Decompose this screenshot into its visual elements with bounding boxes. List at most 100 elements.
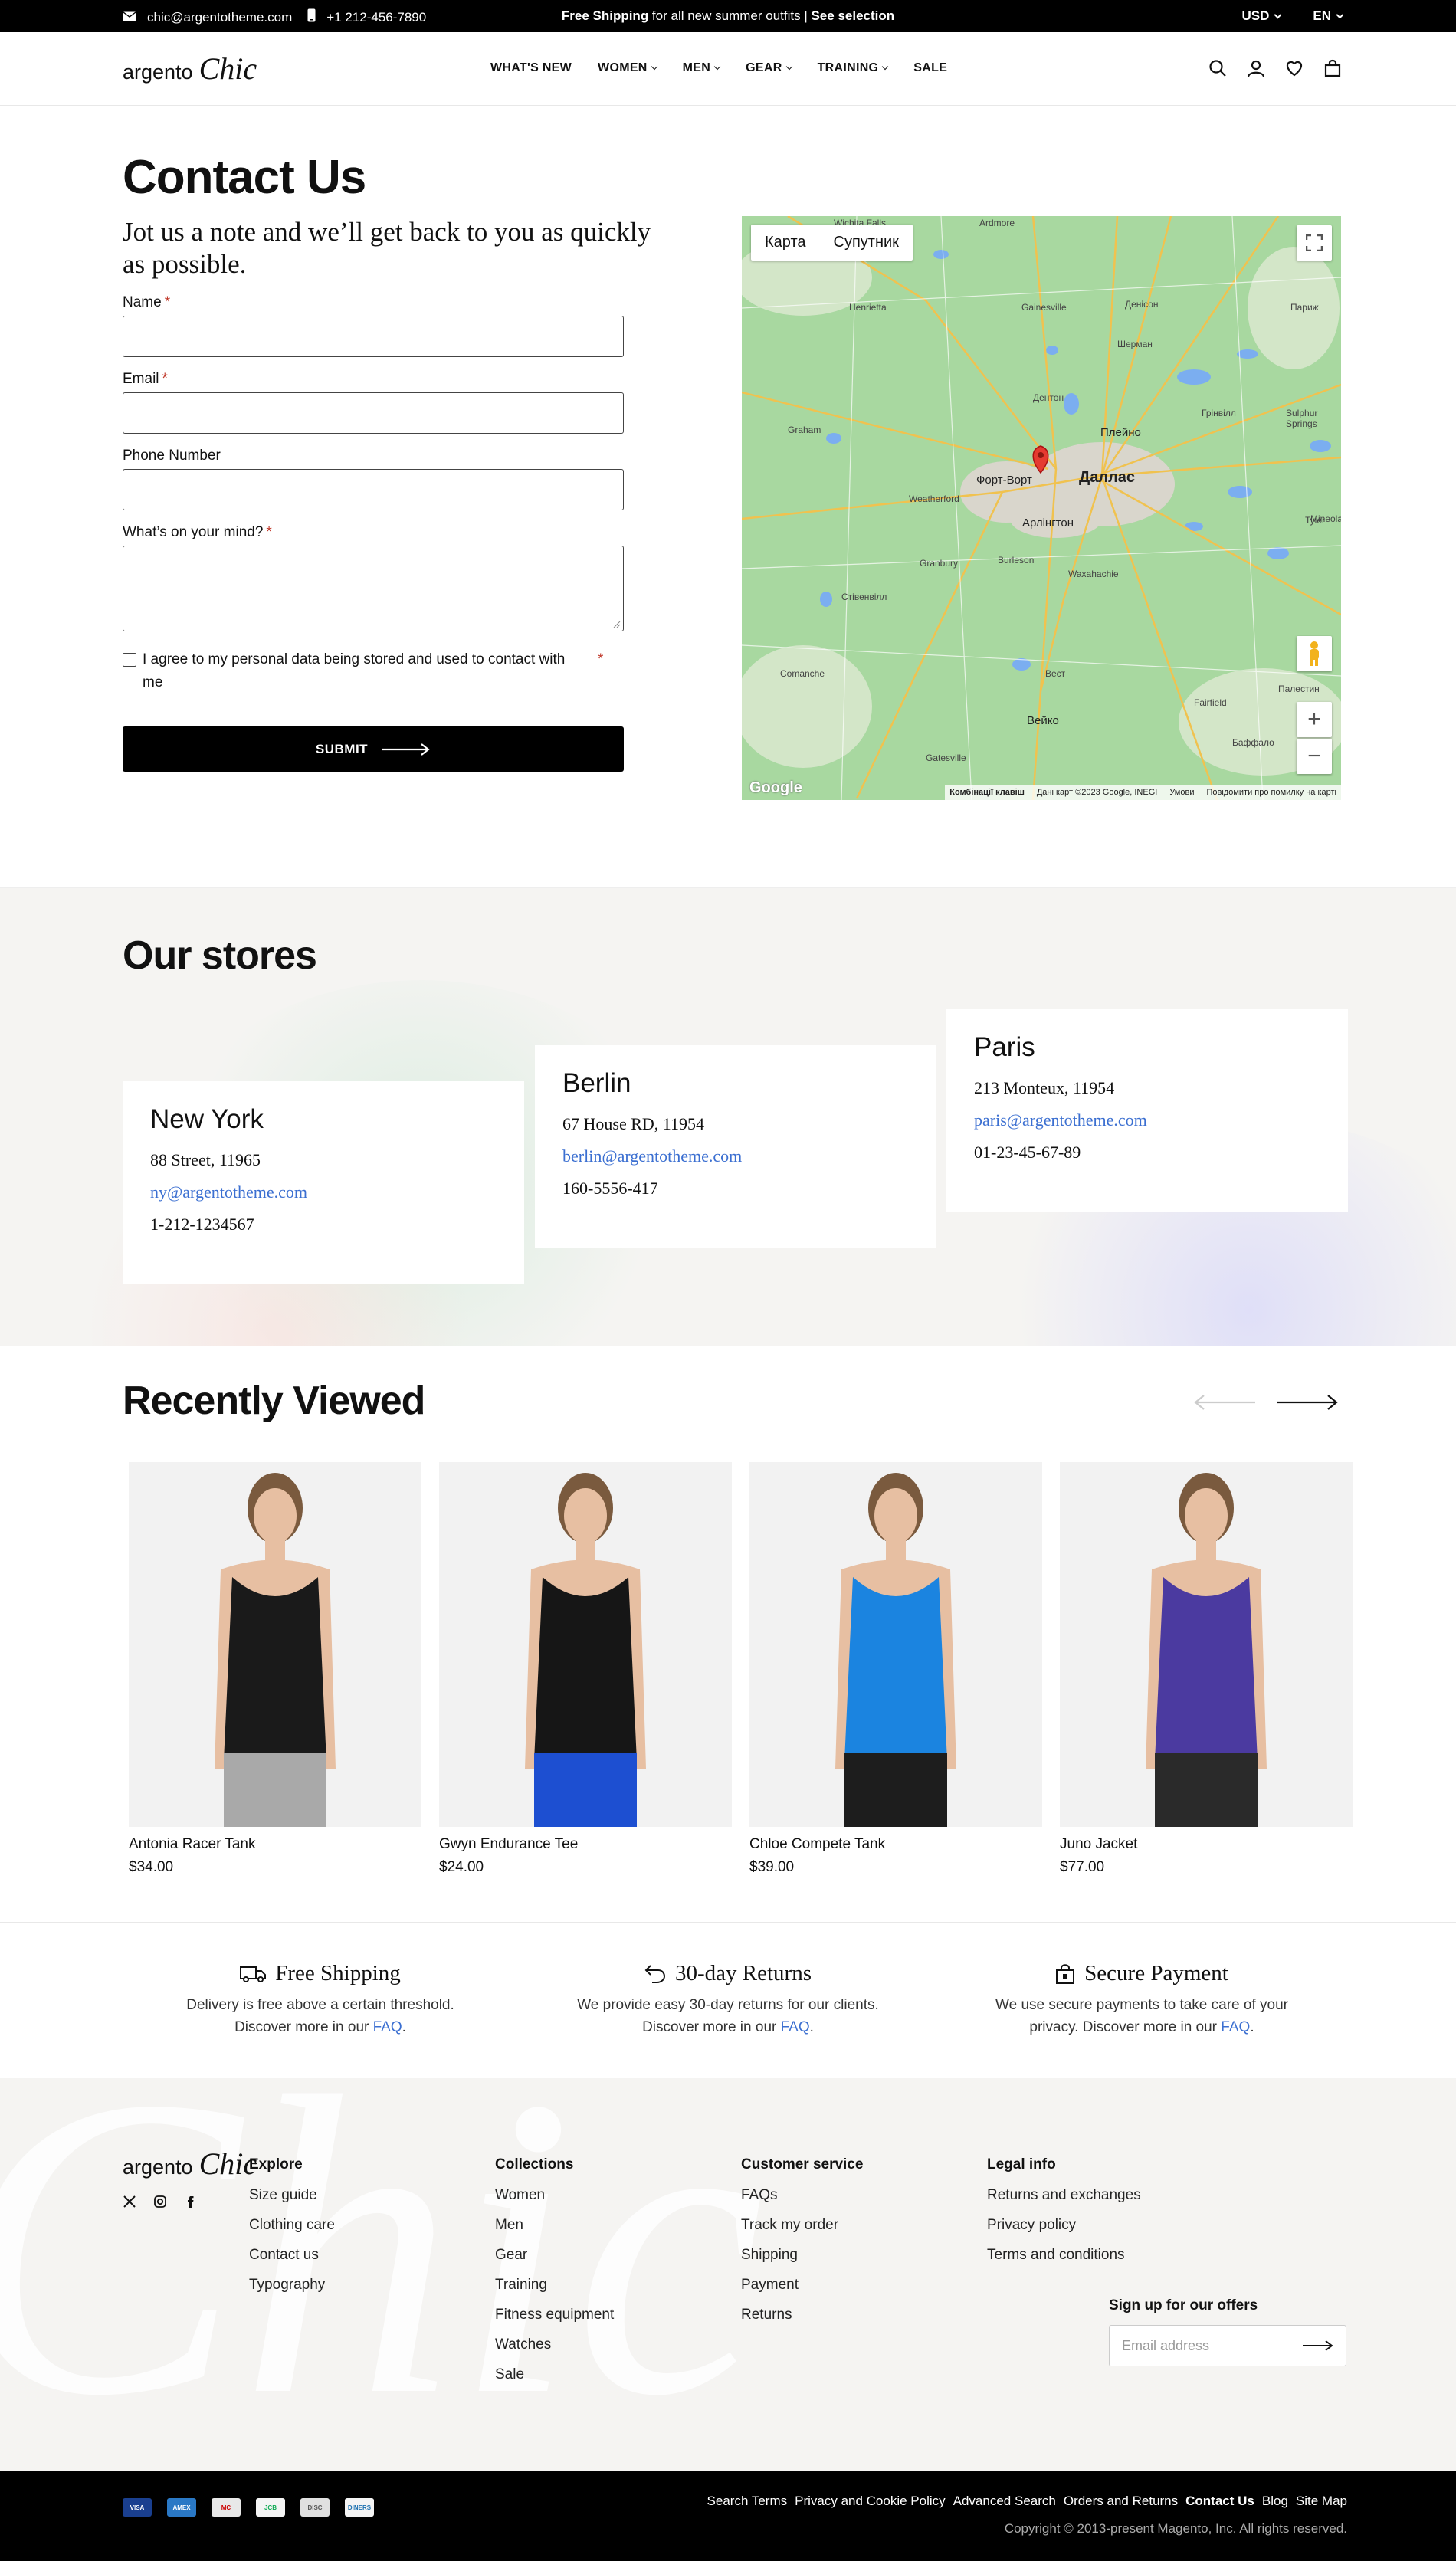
- instagram-icon[interactable]: [153, 2195, 167, 2212]
- required-mark: *: [598, 651, 604, 667]
- bottom-link[interactable]: Search Terms: [707, 2494, 788, 2509]
- faq-link[interactable]: FAQ: [781, 2019, 810, 2035]
- message-textarea[interactable]: [123, 546, 624, 631]
- nav-item-men[interactable]: MEN: [683, 61, 721, 75]
- chevron-down-icon: [1274, 11, 1282, 19]
- footer-link[interactable]: Clothing care: [249, 2217, 335, 2234]
- product-image[interactable]: [439, 1462, 732, 1827]
- nav-item-women[interactable]: WOMEN: [598, 61, 657, 75]
- product-card[interactable]: Juno Jacket $77.00: [1060, 1462, 1353, 1876]
- faq-link[interactable]: FAQ: [373, 2019, 402, 2035]
- carousel-next-button[interactable]: [1277, 1393, 1338, 1415]
- store-email[interactable]: paris@argentotheme.com: [974, 1110, 1320, 1130]
- account-icon[interactable]: [1246, 58, 1266, 82]
- bottom-link[interactable]: Site Map: [1296, 2494, 1347, 2509]
- zoom-in-button[interactable]: +: [1297, 702, 1332, 737]
- product-card[interactable]: Antonia Racer Tank $34.00: [129, 1462, 421, 1876]
- consent-row: I agree to my personal data being stored…: [123, 648, 628, 694]
- footer-link[interactable]: Payment: [741, 2277, 863, 2294]
- map-report-link[interactable]: Повідомити про помилку на карті: [1206, 788, 1336, 797]
- map-shortcuts-link[interactable]: Комбінації клавіш: [949, 788, 1025, 797]
- footer-link[interactable]: Fitness equipment: [495, 2307, 614, 2323]
- language-switcher[interactable]: EN: [1313, 8, 1344, 24]
- resize-handle-icon[interactable]: [613, 621, 621, 628]
- search-icon[interactable]: [1208, 58, 1228, 82]
- store-map[interactable]: Ardmore Wichita Falls Henrietta Gainesvi…: [742, 216, 1341, 800]
- contact-subtitle: Jot us a note and we’ll get back to you …: [123, 217, 651, 279]
- x-twitter-icon[interactable]: [123, 2195, 136, 2212]
- copyright: Copyright © 2013-present Magento, Inc. A…: [1004, 2521, 1347, 2536]
- facebook-icon[interactable]: [184, 2195, 198, 2212]
- email-input[interactable]: [123, 392, 624, 434]
- footer-link[interactable]: Privacy policy: [987, 2217, 1141, 2234]
- logo[interactable]: argento Chic: [123, 51, 257, 87]
- footer-link[interactable]: Returns and exchanges: [987, 2187, 1141, 2204]
- store-phone[interactable]: 1-212-1234567: [150, 1215, 497, 1235]
- nav-item-sale[interactable]: SALE: [913, 61, 947, 75]
- submit-label: SUBMIT: [315, 741, 369, 756]
- pegman-button[interactable]: [1297, 636, 1332, 671]
- footer-link[interactable]: Contact us: [249, 2247, 335, 2264]
- bottom-link[interactable]: Advanced Search: [953, 2494, 1056, 2509]
- footer-logo[interactable]: argento Chic: [123, 2146, 257, 2182]
- footer-link[interactable]: Size guide: [249, 2187, 335, 2204]
- footer-link[interactable]: Sale: [495, 2366, 614, 2383]
- bottom-link[interactable]: Contact Us: [1185, 2494, 1254, 2509]
- footer-link[interactable]: Track my order: [741, 2217, 863, 2234]
- footer-link[interactable]: Typography: [249, 2277, 335, 2294]
- bottom-link[interactable]: Privacy and Cookie Policy: [795, 2494, 946, 2509]
- store-email[interactable]: ny@argentotheme.com: [150, 1182, 497, 1202]
- footer-link[interactable]: Training: [495, 2277, 614, 2294]
- footer-link[interactable]: Women: [495, 2187, 614, 2204]
- product-name[interactable]: Juno Jacket: [1060, 1836, 1353, 1853]
- product-image[interactable]: [1060, 1462, 1353, 1827]
- store-email[interactable]: berlin@argentotheme.com: [562, 1146, 909, 1166]
- footer-link[interactable]: Gear: [495, 2247, 614, 2264]
- nav-item-what-s-new[interactable]: WHAT'S NEW: [490, 61, 572, 75]
- cart-icon[interactable]: [1323, 58, 1343, 82]
- stores-section: Our stores New York 88 Street, 11965 ny@…: [0, 887, 1456, 1346]
- nav-item-training[interactable]: TRAINING: [818, 61, 889, 75]
- map-tab-satellite[interactable]: Супутник: [820, 225, 913, 261]
- bottom-link[interactable]: Blog: [1262, 2494, 1288, 2509]
- arrow-right-icon[interactable]: [1303, 2340, 1333, 2352]
- nav-item-gear[interactable]: GEAR: [746, 61, 792, 75]
- fullscreen-button[interactable]: [1297, 225, 1332, 261]
- bottom-link[interactable]: Orders and Returns: [1064, 2494, 1178, 2509]
- name-input[interactable]: [123, 316, 624, 357]
- store-phone[interactable]: 01-23-45-67-89: [974, 1143, 1320, 1162]
- phone-input[interactable]: [123, 469, 624, 510]
- pegman-icon: [1310, 641, 1319, 666]
- wishlist-icon[interactable]: [1284, 58, 1304, 82]
- carousel-prev-button[interactable]: [1194, 1393, 1255, 1415]
- product-image[interactable]: [129, 1462, 421, 1827]
- consent-checkbox[interactable]: [123, 653, 136, 667]
- newsletter-email-input[interactable]: Email address: [1109, 2325, 1346, 2366]
- required-mark: *: [162, 371, 168, 387]
- submit-button[interactable]: SUBMIT: [123, 726, 624, 772]
- product-image[interactable]: [749, 1462, 1042, 1827]
- footer-link[interactable]: Watches: [495, 2336, 614, 2353]
- promo-link[interactable]: See selection: [811, 8, 894, 23]
- map-label: Mineola: [1310, 513, 1341, 524]
- map-label: Graham: [788, 425, 821, 435]
- bottom-bar: VISA AMEX MC JCB DISC DINERS Search Terms Priv…: [0, 2471, 1456, 2561]
- footer-link[interactable]: Terms and conditions: [987, 2247, 1141, 2264]
- map-tab-map[interactable]: Карта: [751, 225, 820, 261]
- faq-link[interactable]: FAQ: [1221, 2019, 1250, 2035]
- consent-text[interactable]: I agree to my personal data being stored…: [143, 648, 587, 694]
- currency-switcher[interactable]: USD: [1241, 8, 1282, 24]
- zoom-out-button[interactable]: −: [1297, 739, 1332, 774]
- product-name[interactable]: Gwyn Endurance Tee: [439, 1836, 732, 1853]
- store-phone[interactable]: 160-5556-417: [562, 1179, 909, 1199]
- footer-link[interactable]: Shipping: [741, 2247, 863, 2264]
- product-name[interactable]: Antonia Racer Tank: [129, 1836, 421, 1853]
- product-name[interactable]: Chloe Compete Tank: [749, 1836, 1042, 1853]
- map-terms-link[interactable]: Умови: [1169, 788, 1194, 797]
- footer-link[interactable]: Returns: [741, 2307, 863, 2323]
- footer-link[interactable]: Men: [495, 2217, 614, 2234]
- product-price: $39.00: [749, 1859, 795, 1875]
- product-card[interactable]: Gwyn Endurance Tee $24.00: [439, 1462, 732, 1876]
- product-card[interactable]: Chloe Compete Tank $39.00: [749, 1462, 1042, 1876]
- footer-link[interactable]: FAQs: [741, 2187, 863, 2204]
